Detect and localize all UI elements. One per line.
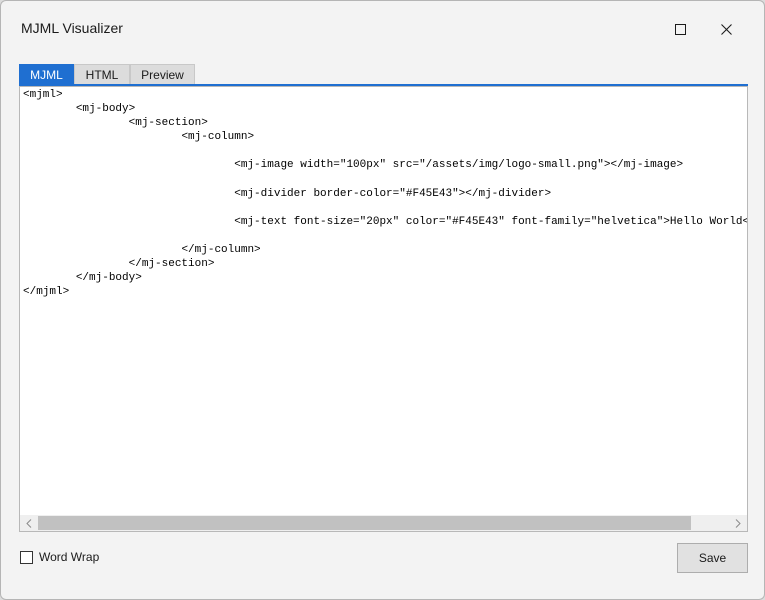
word-wrap-checkbox[interactable] xyxy=(20,550,33,564)
window-title: MJML Visualizer xyxy=(21,20,123,36)
close-icon xyxy=(720,23,732,35)
word-wrap-label: Word Wrap xyxy=(39,550,100,564)
save-button[interactable]: Save xyxy=(677,543,748,573)
title-bar: MJML Visualizer xyxy=(1,1,764,57)
tab-preview[interactable]: Preview xyxy=(130,64,195,85)
chevron-left-icon xyxy=(26,518,32,528)
maximize-button[interactable] xyxy=(657,13,703,45)
dialog-window: MJML Visualizer MJML HTML Preview <mjml>… xyxy=(0,0,765,600)
tab-strip: MJML HTML Preview xyxy=(19,64,195,85)
code-editor[interactable]: <mjml> <mj-body> <mj-section> <mj-column… xyxy=(19,86,748,532)
word-wrap-toggle[interactable]: Word Wrap xyxy=(20,550,99,564)
close-button[interactable] xyxy=(703,13,749,45)
scroll-right-button[interactable] xyxy=(729,515,747,531)
code-text[interactable]: <mjml> <mj-body> <mj-section> <mj-column… xyxy=(23,88,747,299)
chevron-right-icon xyxy=(735,518,741,528)
scrollbar-thumb[interactable] xyxy=(38,516,691,530)
tab-mjml[interactable]: MJML xyxy=(19,64,74,85)
scroll-left-button[interactable] xyxy=(20,515,38,531)
horizontal-scrollbar[interactable] xyxy=(20,515,747,531)
tab-html[interactable]: HTML xyxy=(74,64,130,85)
maximize-icon xyxy=(674,23,686,35)
